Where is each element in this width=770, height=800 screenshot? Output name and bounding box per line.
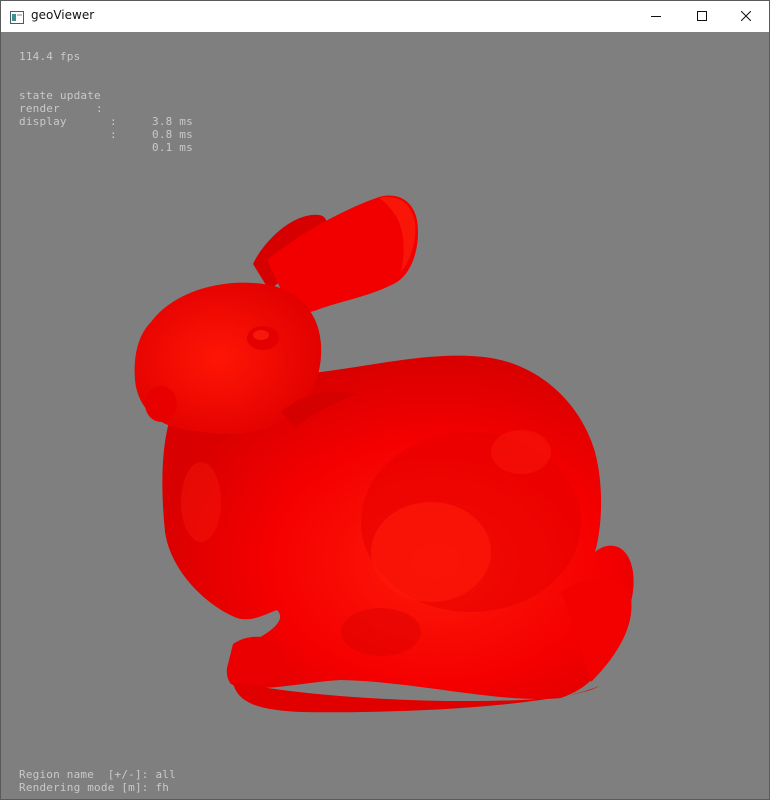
stat-colon: :	[110, 115, 117, 128]
stat-colon: :	[96, 102, 103, 115]
stat-row-display: display : 0.1 ms	[19, 102, 193, 167]
render-viewport[interactable]: 114.4 fps state update : 3.8 ms render :…	[1, 32, 769, 799]
stat-colon: :	[110, 128, 117, 141]
fps-counter: 114.4 fps	[19, 50, 81, 63]
window-title: geoViewer	[31, 8, 95, 22]
title-bar[interactable]: geoViewer	[1, 1, 769, 31]
minimize-icon	[651, 16, 661, 17]
region-name-status: Region name [+/-]: all	[19, 768, 176, 781]
stat-value: 0.8 ms	[152, 128, 193, 141]
stat-value: 0.1 ms	[152, 141, 193, 154]
stat-label: display	[19, 115, 67, 128]
bunny-model[interactable]	[1, 32, 769, 799]
app-window: geoViewer 114.4 fps state update: 3.8 m…	[0, 0, 770, 800]
close-button[interactable]	[723, 1, 769, 31]
minimize-button[interactable]	[633, 1, 679, 31]
rendering-mode-status: Rendering mode [m]: fh	[19, 781, 170, 794]
stat-value: 3.8 ms	[152, 115, 193, 128]
maximize-button[interactable]	[679, 1, 725, 31]
app-icon	[10, 9, 24, 24]
close-icon	[741, 11, 751, 21]
maximize-icon	[697, 11, 707, 21]
timing-stats: state update : 3.8 ms render : 0.8 ms di…	[19, 76, 219, 154]
